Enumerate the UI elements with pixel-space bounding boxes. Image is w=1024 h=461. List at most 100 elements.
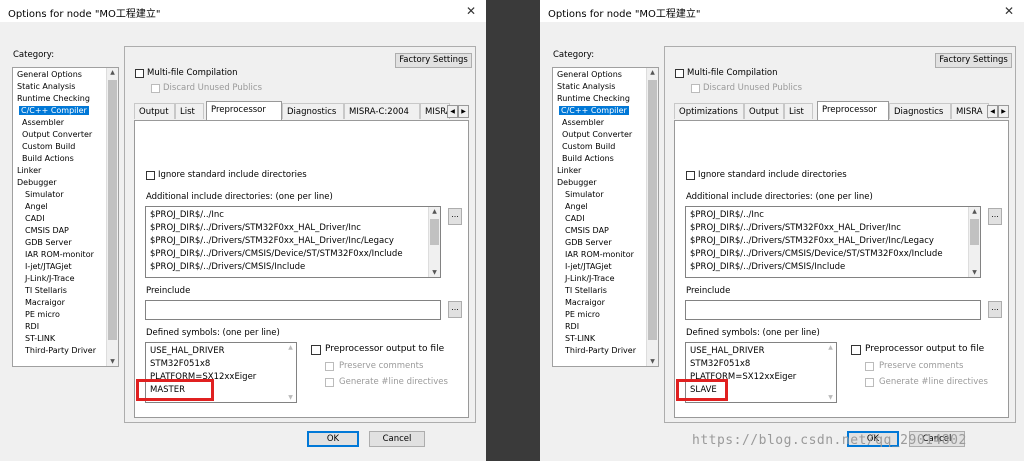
category-item[interactable]: General Options <box>17 70 82 79</box>
pp-output-checkbox[interactable] <box>851 345 861 355</box>
category-item[interactable]: Assembler <box>562 118 604 127</box>
scroll-thumb[interactable] <box>108 80 117 340</box>
category-list[interactable]: General Options Static Analysis Runtime … <box>552 67 659 367</box>
category-item[interactable]: Angel <box>565 202 588 211</box>
symbols-scrollbar[interactable]: ▲ ▼ <box>285 343 296 402</box>
multi-file-checkbox[interactable] <box>675 69 684 78</box>
scroll-up-icon[interactable]: ▲ <box>969 208 980 215</box>
category-scrollbar[interactable]: ▲ ▼ <box>646 68 658 366</box>
category-item[interactable]: Output Converter <box>562 130 632 139</box>
tab-left-icon[interactable]: ◀ <box>987 105 998 118</box>
discard-publics-checkbox[interactable] <box>151 84 160 93</box>
tab-preprocessor[interactable]: Preprocessor <box>206 101 282 120</box>
scroll-down-icon[interactable]: ▼ <box>107 358 118 365</box>
scroll-up-icon[interactable]: ▲ <box>825 344 836 351</box>
category-item[interactable]: I-jet/JTAGjet <box>565 262 612 271</box>
factory-settings-button[interactable]: Factory Settings <box>935 53 1012 68</box>
tab-preprocessor[interactable]: Preprocessor <box>817 101 889 120</box>
category-item[interactable]: CADI <box>25 214 45 223</box>
category-item[interactable]: Linker <box>557 166 581 175</box>
category-item[interactable]: IAR ROM-monitor <box>25 250 94 259</box>
category-item[interactable]: Simulator <box>565 190 604 199</box>
category-item[interactable]: Third-Party Driver <box>25 346 96 355</box>
category-scrollbar[interactable]: ▲ ▼ <box>106 68 118 366</box>
category-item[interactable]: ST-LINK <box>565 334 595 343</box>
category-item[interactable]: IAR ROM-monitor <box>565 250 634 259</box>
category-item[interactable]: Build Actions <box>22 154 74 163</box>
scroll-up-icon[interactable]: ▲ <box>429 208 440 215</box>
tab-left-icon[interactable]: ◀ <box>447 105 458 118</box>
scroll-up-icon[interactable]: ▲ <box>647 69 658 76</box>
multi-file-checkbox[interactable] <box>135 69 144 78</box>
tab-diagnostics[interactable]: Diagnostics <box>889 103 951 119</box>
category-item[interactable]: RDI <box>565 322 579 331</box>
category-item[interactable]: Runtime Checking <box>17 94 90 103</box>
factory-settings-button[interactable]: Factory Settings <box>395 53 472 68</box>
generate-line-checkbox[interactable] <box>865 378 874 387</box>
category-item[interactable]: PE micro <box>25 310 60 319</box>
symbols-scrollbar[interactable]: ▲ ▼ <box>825 343 836 402</box>
generate-line-checkbox[interactable] <box>325 378 334 387</box>
discard-publics-checkbox[interactable] <box>691 84 700 93</box>
category-item[interactable]: I-jet/JTAGjet <box>25 262 72 271</box>
cancel-button[interactable]: Cancel <box>369 431 425 447</box>
category-item[interactable]: Static Analysis <box>17 82 75 91</box>
category-item[interactable]: Static Analysis <box>557 82 615 91</box>
include-scrollbar[interactable]: ▲ ▼ <box>968 207 980 277</box>
scroll-down-icon[interactable]: ▼ <box>285 394 296 401</box>
tab-right-icon[interactable]: ▶ <box>998 105 1009 118</box>
category-item[interactable]: Custom Build <box>562 142 615 151</box>
preinclude-browse-button[interactable]: ... <box>988 301 1002 318</box>
ok-button[interactable]: OK <box>307 431 359 447</box>
category-item[interactable]: Debugger <box>17 178 57 187</box>
preinclude-browse-button[interactable]: ... <box>448 301 462 318</box>
category-item[interactable]: ST-LINK <box>25 334 55 343</box>
scroll-thumb[interactable] <box>648 80 657 340</box>
category-item-selected[interactable]: C/C++ Compiler <box>19 106 89 115</box>
tab-list[interactable]: List <box>784 103 813 119</box>
scroll-up-icon[interactable]: ▲ <box>107 69 118 76</box>
tab-misra-2004[interactable]: MISRA-C:2004 <box>344 103 420 119</box>
category-item[interactable]: Linker <box>17 166 41 175</box>
category-item[interactable]: TI Stellaris <box>565 286 607 295</box>
category-item-selected[interactable]: C/C++ Compiler <box>559 106 629 115</box>
pp-output-checkbox[interactable] <box>311 345 321 355</box>
ignore-std-checkbox[interactable] <box>686 171 695 180</box>
tab-diagnostics[interactable]: Diagnostics <box>282 103 344 119</box>
include-dirs-textarea[interactable]: $PROJ_DIR$/../Inc $PROJ_DIR$/../Drivers/… <box>145 206 441 278</box>
category-item[interactable]: CADI <box>565 214 585 223</box>
tab-optimizations[interactable]: Optimizations <box>674 103 744 119</box>
preinclude-input[interactable] <box>685 300 981 320</box>
category-item[interactable]: Build Actions <box>562 154 614 163</box>
include-scrollbar[interactable]: ▲ ▼ <box>428 207 440 277</box>
scroll-up-icon[interactable]: ▲ <box>285 344 296 351</box>
category-item[interactable]: TI Stellaris <box>25 286 67 295</box>
category-item[interactable]: Macraigor <box>565 298 605 307</box>
include-browse-button[interactable]: ... <box>448 208 462 225</box>
category-item[interactable]: J-Link/J-Trace <box>565 274 615 283</box>
scroll-thumb[interactable] <box>970 219 979 245</box>
tab-output[interactable]: Output <box>744 103 784 119</box>
category-item[interactable]: Assembler <box>22 118 64 127</box>
scroll-down-icon[interactable]: ▼ <box>429 269 440 276</box>
category-item[interactable]: Runtime Checking <box>557 94 630 103</box>
preserve-comments-checkbox[interactable] <box>865 362 874 371</box>
include-browse-button[interactable]: ... <box>988 208 1002 225</box>
tab-misra[interactable]: MISRA <box>420 103 452 119</box>
category-item[interactable]: CMSIS DAP <box>25 226 69 235</box>
category-item[interactable]: Macraigor <box>25 298 65 307</box>
category-item[interactable]: CMSIS DAP <box>565 226 609 235</box>
category-item[interactable]: Third-Party Driver <box>565 346 636 355</box>
category-list[interactable]: General Options Static Analysis Runtime … <box>12 67 119 367</box>
ignore-std-checkbox[interactable] <box>146 171 155 180</box>
include-dirs-textarea[interactable]: $PROJ_DIR$/../Inc $PROJ_DIR$/../Drivers/… <box>685 206 981 278</box>
category-item[interactable]: GDB Server <box>565 238 612 247</box>
tab-output[interactable]: Output <box>134 103 175 119</box>
scroll-down-icon[interactable]: ▼ <box>825 394 836 401</box>
category-item[interactable]: Output Converter <box>22 130 92 139</box>
scroll-down-icon[interactable]: ▼ <box>969 269 980 276</box>
category-item[interactable]: Simulator <box>25 190 64 199</box>
scroll-thumb[interactable] <box>430 219 439 245</box>
category-item[interactable]: Debugger <box>557 178 597 187</box>
category-item[interactable]: J-Link/J-Trace <box>25 274 75 283</box>
